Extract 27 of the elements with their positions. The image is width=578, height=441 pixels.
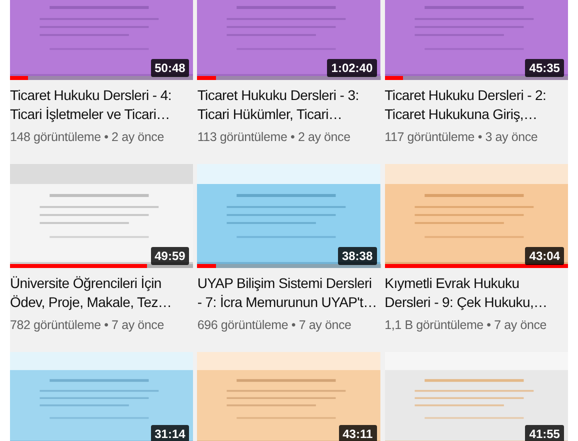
video-meta: 117 görüntüleme • 3 ay önce xyxy=(384,129,539,146)
video-meta: 1,1 B görüntüleme • 7 ay önce xyxy=(384,316,548,334)
video-meta: 782 görüntüleme • 7 ay önce xyxy=(10,316,165,334)
video-meta: 113 görüntüleme • 2 ay önce xyxy=(197,129,352,146)
duration-badge: 50:48 xyxy=(150,59,190,77)
duration-badge: 41:55 xyxy=(525,424,564,441)
duration-badge: 1:02:40 xyxy=(327,59,377,77)
video-title[interactable]: Ticaret Hukuku Dersleri - 3: xyxy=(197,86,381,105)
duration-badge: 43:11 xyxy=(338,424,377,441)
duration-badge: 31:14 xyxy=(150,424,190,441)
video-title[interactable]: Ticari İşletmeler ve Ticari… xyxy=(10,105,194,124)
duration-badge: 45:35 xyxy=(525,59,564,77)
video-title[interactable]: Kıymetli Evrak Hukuku xyxy=(384,274,568,293)
video-title[interactable]: Ticaret Hukuku Dersleri - 4: xyxy=(10,86,194,105)
duration-badge: 38:38 xyxy=(338,246,377,265)
video-title[interactable]: Ödev, Proje, Makale, Tez… xyxy=(10,292,194,312)
video-title[interactable]: Dersleri - 9: Çek Hukuku,… xyxy=(384,292,568,312)
video-meta: 148 görüntüleme • 2 ay önce xyxy=(10,129,165,146)
video-meta: 696 görüntüleme • 7 ay önce xyxy=(197,316,352,334)
video-title[interactable]: Üniversite Öğrencileri İçin xyxy=(10,274,194,293)
duration-badge: 49:59 xyxy=(150,246,190,265)
video-title[interactable]: UYAP Bilişim Sistemi Dersleri xyxy=(197,274,381,293)
duration-badge: 43:04 xyxy=(525,246,564,265)
video-title[interactable]: Ticari Hükümler, Ticari… xyxy=(197,105,381,124)
video-title[interactable]: Ticaret Hukukuna Giriş,… xyxy=(384,105,568,124)
video-title[interactable]: - 7: İcra Memurunun UYAP't… xyxy=(197,292,381,312)
video-title[interactable]: Ticaret Hukuku Dersleri - 2: xyxy=(384,86,568,105)
